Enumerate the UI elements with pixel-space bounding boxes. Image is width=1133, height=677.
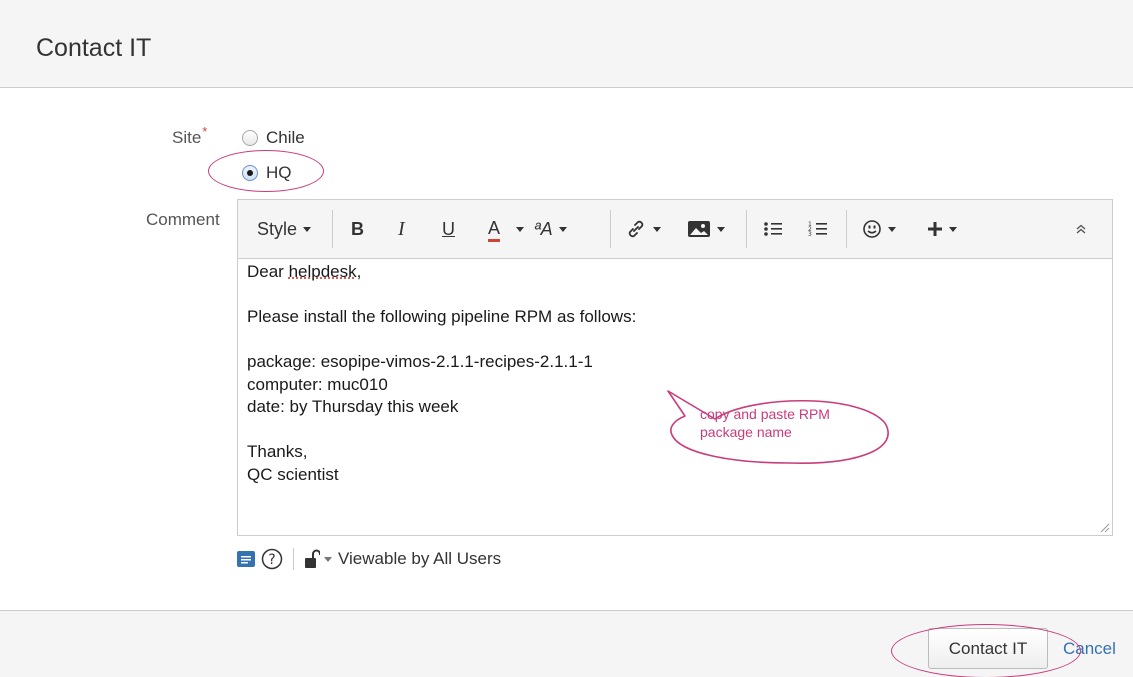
comment-line (247, 284, 1097, 307)
comment-line (247, 329, 1097, 352)
image-icon (687, 219, 711, 239)
plus-icon (927, 221, 943, 237)
style-dropdown-label: Style (257, 219, 297, 240)
toolbar-separator (610, 210, 611, 248)
toolbar-separator (746, 210, 747, 248)
chevron-down-icon (949, 227, 957, 232)
text-color-button[interactable]: A (488, 218, 500, 242)
bullet-list-button[interactable] (763, 218, 783, 240)
visibility-dropdown[interactable]: Viewable by All Users (304, 549, 501, 569)
chevron-down-icon (559, 227, 567, 232)
comment-line: package: esopipe-vimos-2.1.1-recipes-2.1… (247, 351, 1097, 374)
editor-toolbar: Style B I U A ªA 1 2 3 (238, 200, 1112, 259)
misspelled-word[interactable]: helpdesk (289, 262, 357, 281)
help-icon[interactable]: ? (261, 548, 283, 570)
text-color-icon: A (488, 218, 500, 239)
comment-line: Please install the following pipeline RP… (247, 306, 1097, 329)
callout-line: package name (700, 423, 830, 441)
text-effects-dropdown[interactable]: ªA (534, 218, 567, 240)
underline-icon: U (442, 219, 455, 240)
chevron-down-icon (324, 557, 332, 562)
numbered-list-icon: 1 2 3 (808, 220, 828, 238)
svg-text:?: ? (268, 552, 275, 568)
footer-separator (293, 548, 294, 570)
comment-label: Comment (146, 210, 220, 230)
chevron-down-icon (653, 227, 661, 232)
numbered-list-button[interactable]: 1 2 3 (808, 218, 828, 240)
editor-footer: ? Viewable by All Users (237, 548, 501, 570)
unlock-icon (304, 549, 320, 569)
image-dropdown[interactable] (687, 218, 725, 240)
comment-editor[interactable]: Style B I U A ªA 1 2 3 Dear helpdesk, Pl… (237, 199, 1113, 536)
comment-line: Dear helpdesk, (247, 261, 1097, 284)
callout-note: copy and paste RPM package name (700, 405, 830, 441)
bold-icon: B (351, 219, 364, 240)
site-label: Site* (172, 128, 207, 148)
radio-chile[interactable] (242, 130, 258, 146)
radio-hq[interactable] (242, 165, 258, 181)
chevron-down-icon (717, 227, 725, 232)
site-label-text: Site (172, 128, 201, 147)
editor-mode-icon[interactable] (237, 550, 255, 568)
chevron-down-icon (516, 227, 524, 232)
double-chevron-up-icon (1074, 222, 1088, 236)
insert-more-dropdown[interactable] (927, 218, 957, 240)
link-icon (625, 218, 647, 240)
italic-button[interactable]: I (398, 218, 405, 240)
chevron-down-icon (303, 227, 311, 232)
site-option-hq[interactable]: HQ (242, 163, 292, 183)
toolbar-separator (846, 210, 847, 248)
style-dropdown[interactable]: Style (257, 218, 311, 240)
resize-handle-icon[interactable] (1098, 521, 1110, 533)
chevron-down-icon (888, 227, 896, 232)
page-title: Contact IT (36, 34, 151, 63)
link-dropdown[interactable] (625, 218, 661, 240)
emoticon-icon (862, 219, 882, 239)
visibility-label: Viewable by All Users (338, 549, 501, 569)
collapse-toolbar-button[interactable] (1074, 218, 1088, 240)
underline-button[interactable]: U (442, 218, 455, 240)
toolbar-separator (332, 210, 333, 248)
text-effects-icon: ªA (534, 219, 553, 240)
svg-text:3: 3 (808, 231, 812, 238)
radio-hq-label: HQ (266, 163, 292, 183)
italic-icon: I (398, 218, 405, 241)
radio-chile-label: Chile (266, 128, 305, 148)
cancel-link[interactable]: Cancel (1063, 639, 1116, 659)
site-option-chile[interactable]: Chile (242, 128, 305, 148)
text-color-dropdown[interactable] (516, 218, 524, 240)
callout-line: copy and paste RPM (700, 405, 830, 423)
bold-button[interactable]: B (351, 218, 364, 240)
contact-it-button[interactable]: Contact IT (928, 628, 1048, 669)
dialog-header: Contact IT (0, 0, 1133, 88)
emoticon-dropdown[interactable] (862, 218, 896, 240)
required-mark: * (202, 124, 207, 139)
bullet-list-icon (763, 220, 783, 238)
